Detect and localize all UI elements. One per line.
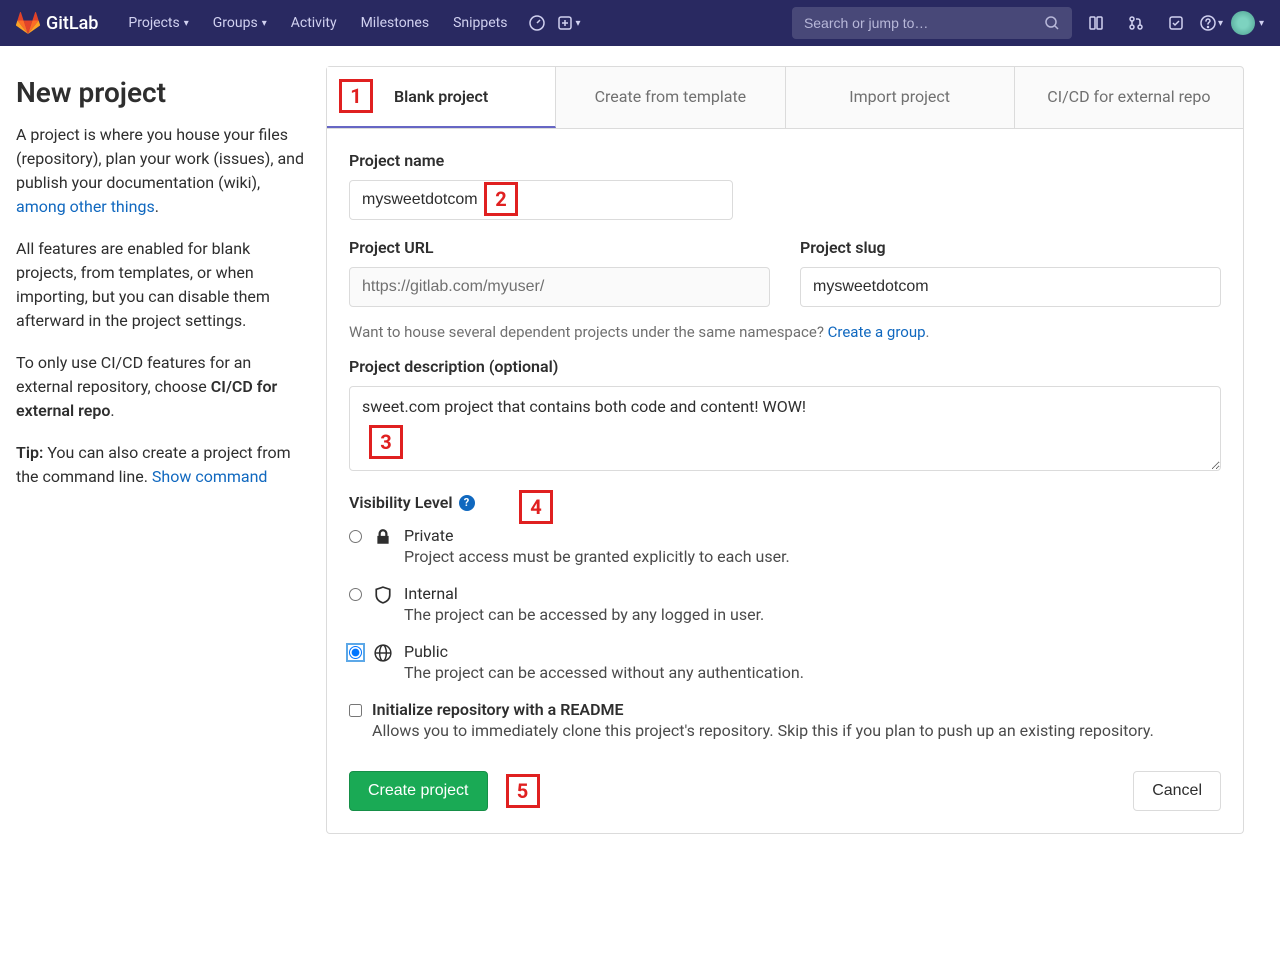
lock-icon (374, 528, 394, 546)
readme-checkbox-row[interactable]: Initialize repository with a README Allo… (349, 700, 1221, 743)
sidebar-p4: Tip: You can also create a project from … (16, 441, 306, 489)
annotation-marker-3: 3 (369, 425, 403, 459)
project-name-label: Project name (349, 151, 1221, 170)
project-url-group: Project URL (349, 238, 770, 307)
search-box[interactable] (792, 7, 1072, 39)
create-group-link[interactable]: Create a group (828, 323, 926, 341)
visibility-internal[interactable]: Internal The project can be accessed by … (349, 584, 1221, 624)
nav-activity[interactable]: Activity (281, 9, 347, 37)
user-menu[interactable]: ▾ (1231, 7, 1264, 39)
chevron-down-icon: ▾ (1218, 18, 1223, 29)
header-right: ▾ ▾ (792, 7, 1264, 39)
help-icon[interactable]: ? (459, 495, 475, 511)
visibility-private[interactable]: Private Project access must be granted e… (349, 526, 1221, 566)
nav-groups[interactable]: Groups▾ (203, 9, 277, 37)
visibility-label: Visibility Level ? 4 (349, 493, 1221, 512)
form-panel: Project name 2 Project URL Project slug … (326, 129, 1244, 834)
tabs: 1 Blank project Create from template Imp… (326, 66, 1244, 129)
project-name-group: Project name 2 (349, 151, 1221, 220)
dashboard-icon[interactable] (521, 7, 553, 39)
gitlab-text: GitLab (46, 13, 98, 34)
visibility-public[interactable]: Public The project can be accessed witho… (349, 642, 1221, 682)
help-icon[interactable]: ▾ (1200, 7, 1223, 39)
gitlab-logo[interactable]: GitLab (16, 11, 98, 35)
chevron-down-icon: ▾ (184, 18, 189, 29)
gitlab-icon (16, 11, 40, 35)
page-title: New project (16, 76, 306, 109)
top-nav: GitLab Projects▾ Groups▾ Activity Milest… (0, 0, 1280, 46)
annotation-marker-2: 2 (484, 182, 518, 216)
project-name-input[interactable] (349, 180, 733, 220)
tab-create-template[interactable]: Create from template (556, 67, 785, 128)
sidebar-p2: All features are enabled for blank proje… (16, 237, 306, 333)
project-desc-group: Project description (optional) 3 (349, 357, 1221, 475)
main: 1 Blank project Create from template Imp… (326, 66, 1244, 834)
todos-icon[interactable] (1160, 7, 1192, 39)
create-project-button[interactable]: Create project (349, 771, 488, 811)
radio-private[interactable] (349, 530, 362, 543)
nav-items: Projects▾ Groups▾ Activity Milestones Sn… (118, 7, 580, 39)
nav-milestones[interactable]: Milestones (351, 9, 440, 37)
search-input[interactable] (804, 15, 1044, 31)
merge-requests-icon[interactable] (1120, 7, 1152, 39)
project-url-input[interactable] (349, 267, 770, 307)
tab-import-project[interactable]: Import project (786, 67, 1015, 128)
nav-snippets[interactable]: Snippets (443, 9, 517, 37)
search-icon (1044, 15, 1060, 31)
sidebar-p1: A project is where you house your files … (16, 123, 306, 219)
avatar (1231, 11, 1255, 35)
project-slug-label: Project slug (800, 238, 1221, 257)
annotation-marker-5: 5 (506, 774, 540, 808)
show-command-link[interactable]: Show command (152, 467, 268, 486)
page: New project A project is where you house… (0, 46, 1260, 854)
annotation-marker-4: 4 (519, 490, 553, 524)
radio-public[interactable] (349, 646, 362, 659)
project-url-label: Project URL (349, 238, 770, 257)
visibility-section: Visibility Level ? 4 Private Project acc… (349, 493, 1221, 682)
radio-internal[interactable] (349, 588, 362, 601)
project-desc-input[interactable] (349, 386, 1221, 471)
readme-checkbox[interactable] (349, 704, 362, 717)
form-actions: Create project 5 Cancel (349, 771, 1221, 811)
nav-projects[interactable]: Projects▾ (118, 9, 198, 37)
namespace-hint: Want to house several dependent projects… (349, 323, 1221, 341)
issues-icon[interactable] (1080, 7, 1112, 39)
chevron-down-icon: ▾ (262, 18, 267, 29)
among-other-things-link[interactable]: among other things (16, 197, 155, 216)
chevron-down-icon: ▾ (1259, 18, 1264, 29)
tab-cicd-external[interactable]: CI/CD for external repo (1015, 67, 1243, 128)
tab-label: Blank project (394, 87, 488, 106)
project-slug-group: Project slug (800, 238, 1221, 307)
chevron-down-icon: ▾ (575, 18, 580, 29)
plus-icon[interactable]: ▾ (557, 7, 580, 39)
sidebar: New project A project is where you house… (16, 66, 306, 834)
project-slug-input[interactable] (800, 267, 1221, 307)
cancel-button[interactable]: Cancel (1133, 771, 1221, 811)
project-desc-label: Project description (optional) (349, 357, 1221, 376)
annotation-marker-1: 1 (339, 79, 373, 113)
tab-blank-project[interactable]: 1 Blank project (327, 67, 556, 128)
shield-icon (374, 586, 394, 604)
globe-icon (374, 644, 394, 662)
sidebar-p3: To only use CI/CD features for an extern… (16, 351, 306, 423)
